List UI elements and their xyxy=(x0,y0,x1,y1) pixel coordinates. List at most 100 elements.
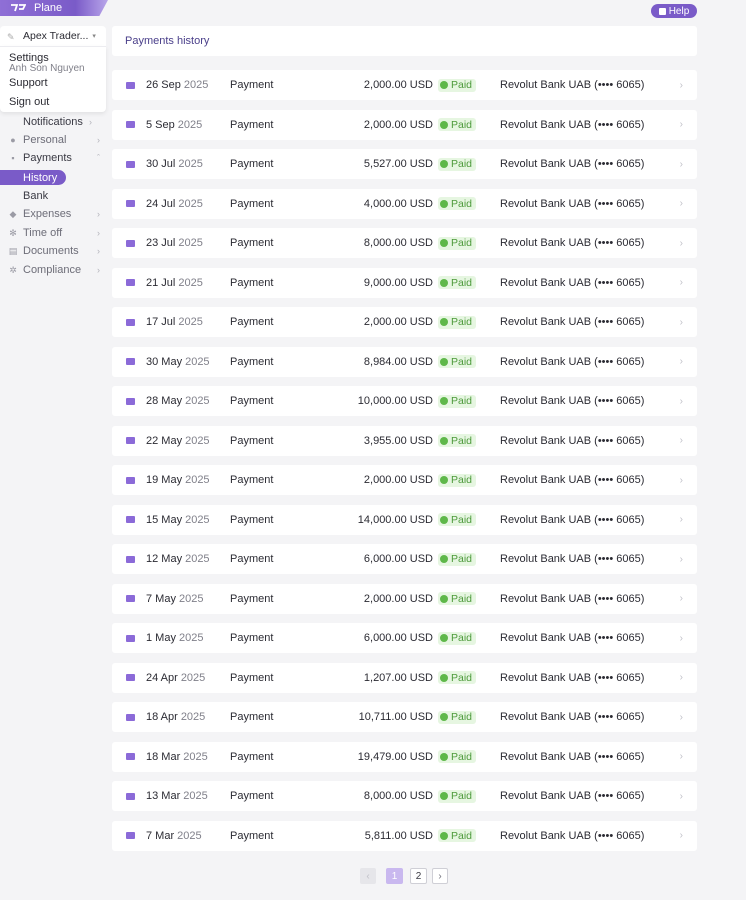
menu-sign-out[interactable]: Sign out xyxy=(9,96,49,108)
help-button[interactable]: Help xyxy=(651,4,697,18)
payment-amount: 8,984.00 USD xyxy=(363,355,433,368)
gear-icon: ✲ xyxy=(9,265,17,275)
palm-tree-icon: ✻ xyxy=(9,228,17,238)
pagination-prev-button[interactable]: ‹ xyxy=(360,868,376,884)
company-name: Apex Trader... xyxy=(23,30,89,42)
chevron-up-icon: ˆ xyxy=(97,153,100,163)
payment-row[interactable]: 5 Sep 2025 Payment 2,000.00 USD Paid Revo… xyxy=(112,109,697,140)
payment-year: 2025 xyxy=(178,276,203,289)
bank-account: Revolut Bank UAB (•••• 6065) xyxy=(500,553,645,565)
payment-date: 7 Mar 2025 xyxy=(146,821,202,851)
payment-icon xyxy=(126,386,136,416)
payment-year: 2025 xyxy=(180,671,206,684)
payment-row[interactable]: 24 Apr 2025 Payment 1,207.00 USD Paid Rev… xyxy=(112,662,697,693)
help-label: Help xyxy=(668,5,690,17)
sidebar-item-label: Expenses xyxy=(23,208,72,220)
sidebar-item-history[interactable]: History xyxy=(0,170,66,185)
payment-amount: 8,000.00 USD xyxy=(363,237,433,249)
status-label: Paid xyxy=(451,829,473,842)
bank-account: Revolut Bank UAB (•••• 6065) xyxy=(500,395,645,407)
payment-row[interactable]: 30 May 2025 Payment 8,984.00 USD Paid Rev… xyxy=(112,346,697,377)
bank-account: Revolut Bank UAB (•••• 6065) xyxy=(500,197,645,210)
brand-name: Plane xyxy=(34,2,63,14)
status-label: Paid xyxy=(451,513,473,526)
sidebar-item-personal[interactable]: ● Personal › xyxy=(0,132,106,148)
status-label: Paid xyxy=(451,79,473,91)
payment-year: 2025 xyxy=(183,790,208,802)
payment-day: 28 May xyxy=(146,395,183,407)
payment-row[interactable]: 13 Mar 2025 Payment 8,000.00 USD Paid Rev… xyxy=(112,781,697,811)
payment-row[interactable]: 15 May 2025 Payment 14,000.00 USD Paid Re… xyxy=(112,504,697,535)
payment-type: Payment xyxy=(230,592,274,605)
payment-row[interactable]: 22 May 2025 Payment 3,955.00 USD Paid Rev… xyxy=(112,425,697,456)
status-badge: Paid xyxy=(438,465,477,495)
chevron-right-icon: › xyxy=(97,135,100,145)
payment-date: 30 May 2025 xyxy=(146,347,210,377)
sidebar-item-time-off[interactable]: ✻ Time off › xyxy=(0,225,106,241)
payment-day: 22 May xyxy=(146,434,183,447)
chevron-right-icon: › xyxy=(679,830,683,841)
brand-bar[interactable]: Plane xyxy=(0,0,108,16)
sidebar-item-notifications[interactable]: Notifications › xyxy=(0,114,106,130)
payment-row[interactable]: 26 Sep 2025 Payment 2,000.00 USD Paid Rev… xyxy=(112,70,697,100)
payment-row[interactable]: 19 May 2025 Payment 2,000.00 USD Paid Rev… xyxy=(112,465,697,495)
sidebar-item-compliance[interactable]: ✲ Compliance › xyxy=(0,262,106,278)
menu-support[interactable]: Support xyxy=(9,77,48,89)
payment-icon xyxy=(126,307,136,337)
payment-type: Payment xyxy=(230,158,274,170)
payment-year: 2025 xyxy=(185,474,210,486)
check-circle-icon xyxy=(440,476,448,484)
payment-row[interactable]: 23 Jul 2025 Payment 8,000.00 USD Paid Rev… xyxy=(112,228,697,258)
payment-amount: 4,000.00 USD xyxy=(363,197,433,210)
payment-year: 2025 xyxy=(178,592,204,605)
payment-icon xyxy=(126,781,136,811)
payment-row[interactable]: 1 May 2025 Payment 6,000.00 USD Paid Revo… xyxy=(112,623,697,653)
payment-row[interactable]: 28 May 2025 Payment 10,000.00 USD Paid Re… xyxy=(112,386,697,416)
payment-icon xyxy=(126,663,136,693)
chevron-right-icon: › xyxy=(679,356,683,367)
payment-type: Payment xyxy=(230,829,274,842)
status-badge: Paid xyxy=(438,347,477,377)
pagination-page-1[interactable]: 1 xyxy=(386,868,403,884)
sidebar-item-bank[interactable]: Bank xyxy=(0,188,106,204)
status-badge: Paid xyxy=(438,426,477,456)
payment-icon xyxy=(126,70,136,100)
payment-row[interactable]: 7 May 2025 Payment 2,000.00 USD Paid Revo… xyxy=(112,583,697,614)
chevron-right-icon: › xyxy=(89,117,92,127)
chevron-right-icon: › xyxy=(679,277,683,288)
payment-year: 2025 xyxy=(183,79,209,91)
payment-row[interactable]: 18 Apr 2025 Payment 10,711.00 USD Paid Re… xyxy=(112,702,697,732)
payment-row[interactable]: 21 Jul 2025 Payment 9,000.00 USD Paid Rev… xyxy=(112,267,697,298)
bank-account: Revolut Bank UAB (•••• 6065) xyxy=(500,592,645,605)
sidebar-item-payments[interactable]: ▪ Payments ˆ xyxy=(0,150,106,166)
payments-icon: ▪ xyxy=(11,153,15,163)
payment-row[interactable]: 7 Mar 2025 Payment 5,811.00 USD Paid Revo… xyxy=(112,820,697,851)
company-selector[interactable]: ✎ Apex Trader... ▾ xyxy=(0,26,106,46)
payment-row[interactable]: 17 Jul 2025 Payment 2,000.00 USD Paid Rev… xyxy=(112,307,697,337)
payment-row[interactable]: 12 May 2025 Payment 6,000.00 USD Paid Rev… xyxy=(112,544,697,574)
payment-row[interactable]: 18 Mar 2025 Payment 19,479.00 USD Paid Re… xyxy=(112,741,697,772)
status-badge: Paid xyxy=(438,268,477,298)
payment-date: 26 Sep 2025 xyxy=(146,70,208,100)
payment-row[interactable]: 30 Jul 2025 Payment 5,527.00 USD Paid Rev… xyxy=(112,149,697,179)
chevron-right-icon: › xyxy=(679,395,683,407)
sidebar-item-label: Time off xyxy=(23,227,63,239)
payment-amount: 6,000.00 USD xyxy=(363,553,433,565)
check-circle-icon xyxy=(440,239,448,247)
payment-day: 19 May xyxy=(146,474,183,486)
status-label: Paid xyxy=(451,158,473,170)
status-label: Paid xyxy=(451,118,473,131)
payment-type: Payment xyxy=(230,118,274,131)
pagination-next-button[interactable]: › xyxy=(432,868,448,884)
sidebar-item-expenses[interactable]: ◆ Expenses › xyxy=(0,206,106,222)
chevron-right-icon: › xyxy=(679,711,683,723)
pagination-page-2[interactable]: 2 xyxy=(410,868,427,884)
sidebar-item-label: Compliance xyxy=(23,264,82,276)
payment-date: 22 May 2025 xyxy=(146,426,210,456)
payment-type: Payment xyxy=(230,553,274,565)
payment-row[interactable]: 24 Jul 2025 Payment 4,000.00 USD Paid Rev… xyxy=(112,188,697,219)
chevron-right-icon: › xyxy=(679,514,683,525)
payment-date: 19 May 2025 xyxy=(146,465,210,495)
sidebar-item-documents[interactable]: ▤ Documents › xyxy=(0,243,106,259)
menu-user-name: Anh Son Nguyen xyxy=(9,63,85,74)
